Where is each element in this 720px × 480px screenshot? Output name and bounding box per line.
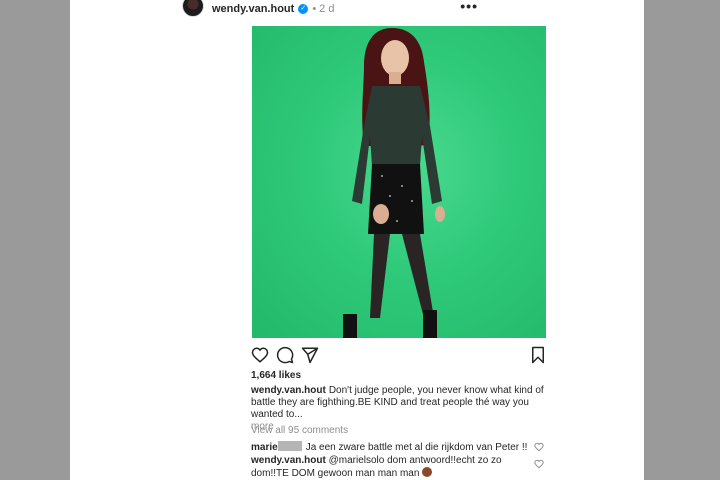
- avatar[interactable]: [182, 0, 204, 17]
- emoji-icon: [422, 467, 433, 477]
- comment-row: wendy.van.hout @marielsolo dom antwoord!…: [251, 455, 544, 480]
- caption-username[interactable]: wendy.van.hout: [251, 385, 326, 396]
- comment-like-heart-icon[interactable]: [534, 442, 544, 452]
- like-heart-icon[interactable]: [251, 346, 269, 364]
- photo-person-illustration: [343, 28, 445, 338]
- comment-username[interactable]: wendy.van.hout: [251, 455, 326, 466]
- redacted-name-box: [277, 441, 302, 451]
- post-actions: [251, 346, 547, 364]
- separator-dot: •: [312, 3, 317, 15]
- post-time[interactable]: 2 d: [319, 3, 334, 15]
- view-all-comments-link[interactable]: View all 95 comments: [251, 425, 348, 436]
- comment-like-heart-icon[interactable]: [534, 459, 544, 469]
- likes-count[interactable]: 1,664 likes: [251, 370, 301, 381]
- comment-row: marie Ja een zware battle met al die rijk…: [251, 441, 544, 454]
- comment-username[interactable]: marie: [251, 442, 278, 453]
- comment-text: Ja een zware battle met al die rijkdom v…: [305, 442, 528, 453]
- more-options-icon[interactable]: •••: [460, 0, 478, 14]
- post-header: wendy.van.hout ✓ • 2 d •••: [182, 0, 478, 18]
- post-username[interactable]: wendy.van.hout: [212, 3, 294, 15]
- save-bookmark-icon[interactable]: [529, 346, 547, 364]
- verified-icon: ✓: [298, 4, 309, 14]
- share-paper-plane-icon[interactable]: [301, 346, 319, 364]
- post-photo[interactable]: [252, 26, 546, 338]
- comment-icon[interactable]: [276, 346, 294, 364]
